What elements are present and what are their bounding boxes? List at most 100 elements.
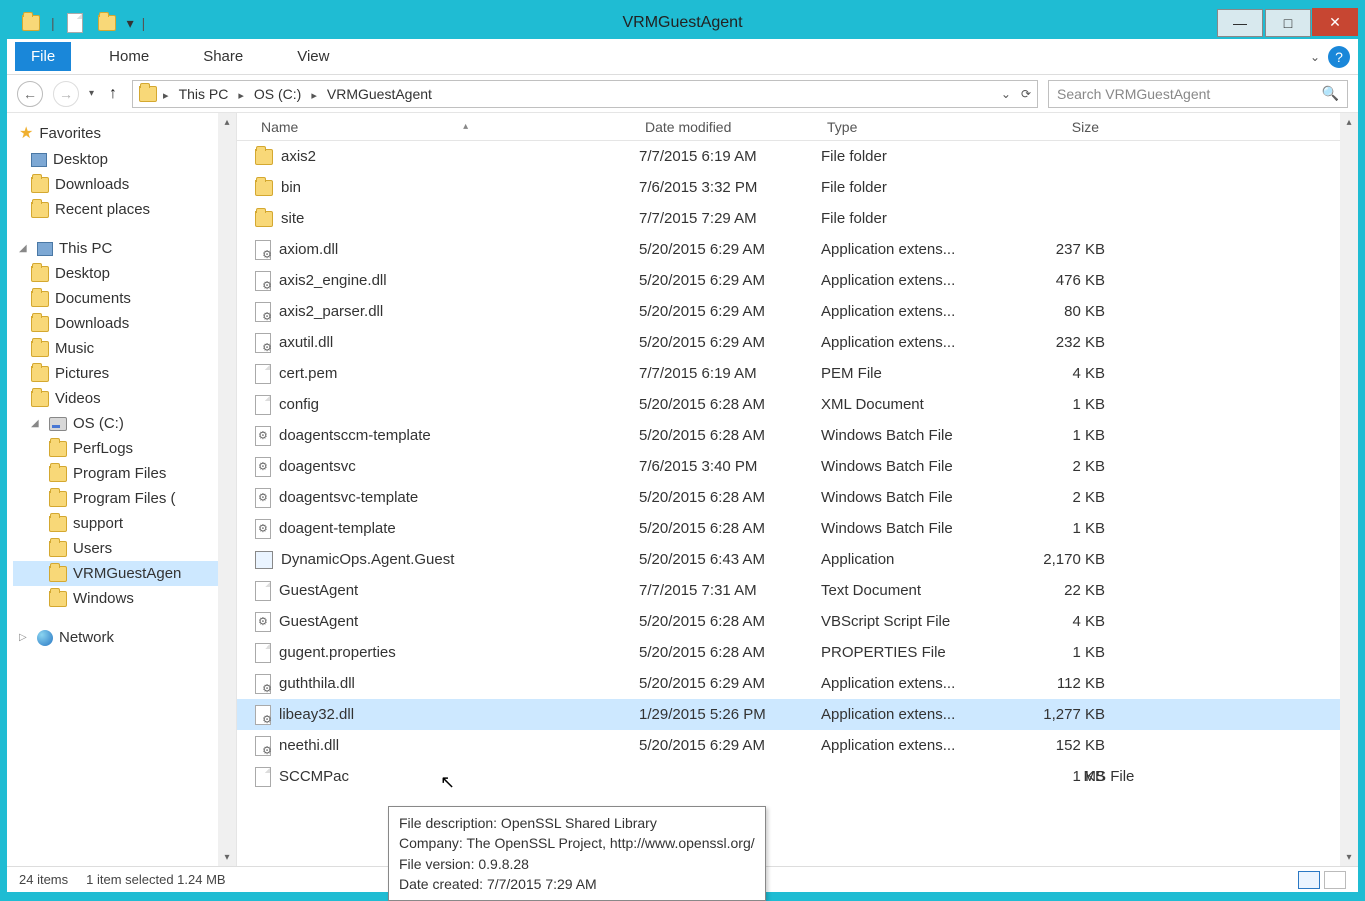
file-modified: 5/20/2015 6:28 AM: [639, 520, 821, 537]
list-row[interactable]: DynamicOps.Agent.Guest5/20/2015 6:43 AMA…: [237, 544, 1358, 575]
file-icon: [255, 395, 271, 415]
tree-windows[interactable]: Windows: [13, 586, 236, 611]
folder-icon: [49, 591, 67, 607]
bat-icon: [255, 519, 271, 539]
qat-newfolder-icon[interactable]: [95, 11, 119, 35]
file-modified: 7/7/2015 7:31 AM: [639, 582, 821, 599]
tab-file[interactable]: File: [15, 42, 71, 71]
tree-music[interactable]: Music: [13, 336, 236, 361]
nav-back-button[interactable]: ←: [17, 81, 43, 107]
close-button[interactable]: ✕: [1312, 8, 1358, 36]
tree-drive-c[interactable]: ◢OS (C:): [13, 411, 236, 436]
file-name: axutil.dll: [279, 334, 333, 351]
search-input[interactable]: Search VRMGuestAgent 🔍: [1048, 80, 1348, 108]
breadcrumb-folder[interactable]: VRMGuestAgent: [323, 86, 436, 102]
list-row[interactable]: axiom.dll5/20/2015 6:29 AMApplication ex…: [237, 234, 1358, 265]
list-row[interactable]: config5/20/2015 6:28 AMXML Document1 KB: [237, 389, 1358, 420]
file-size: 2 KB: [997, 489, 1105, 506]
list-row[interactable]: doagentsvc-template5/20/2015 6:28 AMWind…: [237, 482, 1358, 513]
tree-recent[interactable]: Recent places: [13, 197, 236, 222]
star-icon: ★: [19, 123, 33, 143]
list-row[interactable]: doagent-template5/20/2015 6:28 AMWindows…: [237, 513, 1358, 544]
folder-icon: [31, 266, 49, 282]
folder-icon: [31, 366, 49, 382]
list-scrollbar[interactable]: ▴ ▾: [1340, 113, 1358, 866]
nav-recent-dropdown[interactable]: ▾: [89, 88, 94, 99]
file-modified: 5/20/2015 6:29 AM: [639, 272, 821, 289]
exe-icon: [255, 551, 273, 569]
view-details-button[interactable]: [1298, 871, 1320, 889]
folder-icon: [49, 566, 67, 582]
list-row[interactable]: GuestAgent5/20/2015 6:28 AMVBScript Scri…: [237, 606, 1358, 637]
dll-icon: [255, 705, 271, 725]
file-modified: 5/20/2015 6:29 AM: [639, 675, 821, 692]
file-modified: 7/7/2015 7:29 AM: [639, 210, 821, 227]
list-row[interactable]: guththila.dll5/20/2015 6:29 AMApplicatio…: [237, 668, 1358, 699]
file-type: Application extens...: [821, 272, 997, 289]
file-type: Application extens...: [821, 737, 997, 754]
tree-support[interactable]: support: [13, 511, 236, 536]
file-type: Application extens...: [821, 675, 997, 692]
list-row[interactable]: axis27/7/2015 6:19 AMFile folder: [237, 141, 1358, 172]
tree-thispc[interactable]: ◢This PC: [13, 236, 236, 261]
titlebar[interactable]: | ▾ | VRMGuestAgent — □ ✕: [7, 7, 1358, 39]
list-row[interactable]: site7/7/2015 7:29 AMFile folder: [237, 203, 1358, 234]
breadcrumb-thispc[interactable]: This PC: [175, 86, 233, 102]
list-row[interactable]: cert.pem7/7/2015 6:19 AMPEM File4 KB: [237, 358, 1358, 389]
tree-network[interactable]: ▷Network: [13, 625, 236, 650]
address-bar[interactable]: This PC OS (C:) VRMGuestAgent ⌄ ⟳: [132, 80, 1038, 108]
folder-icon: [255, 211, 273, 227]
file-list: Name▴ Date modified Type Size axis27/7/2…: [237, 113, 1358, 866]
tree-downloads[interactable]: Downloads: [13, 172, 236, 197]
expand-ribbon-icon[interactable]: ⌄: [1310, 50, 1320, 64]
file-name: doagentsvc: [279, 458, 356, 475]
file-modified: 5/20/2015 6:43 AM: [639, 551, 821, 568]
col-header-type[interactable]: Type: [821, 119, 997, 135]
tree-users[interactable]: Users: [13, 536, 236, 561]
minimize-button[interactable]: —: [1217, 9, 1263, 37]
nav-up-button[interactable]: ↑: [104, 85, 122, 103]
maximize-button[interactable]: □: [1265, 9, 1311, 37]
tree-program-files[interactable]: Program Files: [13, 461, 236, 486]
tree-pc-desktop[interactable]: Desktop: [13, 261, 236, 286]
view-thumbnails-button[interactable]: [1324, 871, 1346, 889]
tree-documents[interactable]: Documents: [13, 286, 236, 311]
file-size: 80 KB: [997, 303, 1105, 320]
tree-vrmguestagent[interactable]: VRMGuestAgen: [13, 561, 236, 586]
file-name: neethi.dll: [279, 737, 339, 754]
list-row[interactable]: axis2_engine.dll5/20/2015 6:29 AMApplica…: [237, 265, 1358, 296]
tree-videos[interactable]: Videos: [13, 386, 236, 411]
breadcrumb-drive[interactable]: OS (C:): [250, 86, 305, 102]
tree-desktop[interactable]: Desktop: [13, 147, 236, 172]
tree-favorites[interactable]: ★Favorites: [13, 119, 236, 147]
col-header-modified[interactable]: Date modified: [639, 119, 821, 135]
list-row[interactable]: GuestAgent7/7/2015 7:31 AMText Document2…: [237, 575, 1358, 606]
file-size: 476 KB: [997, 272, 1105, 289]
list-row[interactable]: axutil.dll5/20/2015 6:29 AMApplication e…: [237, 327, 1358, 358]
tab-share[interactable]: Share: [187, 42, 259, 71]
list-row[interactable]: doagentsvc7/6/2015 3:40 PMWindows Batch …: [237, 451, 1358, 482]
col-header-size[interactable]: Size: [997, 119, 1105, 135]
list-row[interactable]: bin7/6/2015 3:32 PMFile folder: [237, 172, 1358, 203]
list-row[interactable]: libeay32.dll1/29/2015 5:26 PMApplication…: [237, 699, 1358, 730]
col-header-name[interactable]: Name▴: [255, 119, 639, 135]
qat-properties-icon[interactable]: [63, 11, 87, 35]
tree-program-files-x86[interactable]: Program Files (: [13, 486, 236, 511]
tree-pictures[interactable]: Pictures: [13, 361, 236, 386]
file-size: 1 KB: [997, 396, 1105, 413]
list-row[interactable]: axis2_parser.dll5/20/2015 6:29 AMApplica…: [237, 296, 1358, 327]
nav-forward-button[interactable]: →: [53, 81, 79, 107]
address-dropdown-icon[interactable]: ⌄: [1001, 87, 1011, 101]
list-row[interactable]: neethi.dll5/20/2015 6:29 AMApplication e…: [237, 730, 1358, 761]
tab-view[interactable]: View: [281, 42, 345, 71]
refresh-icon[interactable]: ⟳: [1021, 87, 1031, 101]
nav-scrollbar[interactable]: ▴ ▾: [218, 113, 236, 866]
tree-perflogs[interactable]: PerfLogs: [13, 436, 236, 461]
list-row[interactable]: SCCMPac MS File1 KB: [237, 761, 1358, 792]
list-row[interactable]: gugent.properties5/20/2015 6:28 AMPROPER…: [237, 637, 1358, 668]
list-row[interactable]: doagentsccm-template5/20/2015 6:28 AMWin…: [237, 420, 1358, 451]
help-button[interactable]: ?: [1328, 46, 1350, 68]
file-name: axis2_parser.dll: [279, 303, 383, 320]
tree-pc-downloads[interactable]: Downloads: [13, 311, 236, 336]
tab-home[interactable]: Home: [93, 42, 165, 71]
